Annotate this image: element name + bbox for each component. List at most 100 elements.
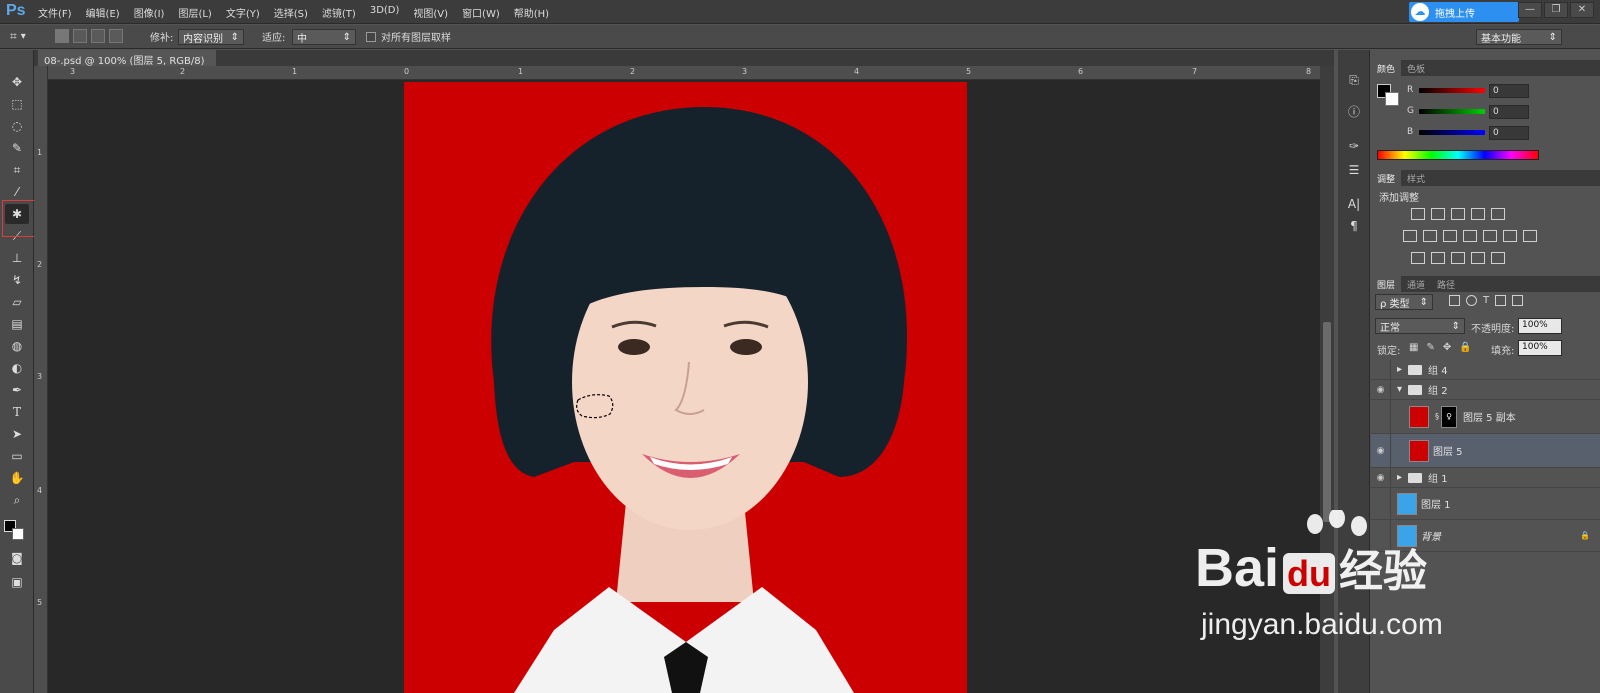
threshold-icon[interactable] xyxy=(1451,252,1465,264)
subtract-selection-icon[interactable] xyxy=(91,29,105,43)
adjustment-filter-icon[interactable] xyxy=(1466,295,1477,306)
eraser-tool-icon[interactable]: ▱ xyxy=(5,292,29,312)
tab-styles[interactable]: 样式 xyxy=(1401,170,1431,186)
history-brush-tool-icon[interactable]: ↯ xyxy=(5,270,29,290)
vibrance-icon[interactable] xyxy=(1491,208,1505,220)
eyedropper-tool-icon[interactable]: ⁄ xyxy=(5,182,29,202)
tab-paths[interactable]: 路径 xyxy=(1431,276,1461,292)
menu-item[interactable]: 文件(F) xyxy=(38,5,72,20)
fill-mode-select[interactable]: 内容识别 ⇕ xyxy=(178,29,244,45)
layer-row[interactable]: § ♀ 图层 5 副本 xyxy=(1371,400,1600,434)
black-white-icon[interactable] xyxy=(1443,230,1457,242)
quick-selection-tool-icon[interactable]: ✎ xyxy=(5,138,29,158)
menu-item[interactable]: 滤镜(T) xyxy=(322,5,356,20)
hand-tool-icon[interactable]: ✋ xyxy=(5,468,29,488)
stamp-tool-icon[interactable]: ⊥ xyxy=(5,248,29,268)
color-balance-icon[interactable] xyxy=(1423,230,1437,242)
blend-mode-select[interactable]: 正常 ⇕ xyxy=(1375,318,1465,334)
lock-position-icon[interactable]: ✥ xyxy=(1443,342,1451,353)
layer-mask-thumbnail[interactable]: ♀ xyxy=(1441,405,1457,428)
type-filter-icon[interactable]: T xyxy=(1483,295,1489,306)
b-value[interactable]: 0 xyxy=(1489,126,1529,140)
new-selection-icon[interactable] xyxy=(55,29,69,43)
tab-color[interactable]: 颜色 xyxy=(1371,60,1402,76)
visibility-eye-icon[interactable] xyxy=(1371,400,1391,433)
adapt-select[interactable]: 中 ⇕ xyxy=(292,29,356,45)
tab-adjustments[interactable]: 调整 xyxy=(1371,170,1402,186)
workspace-select[interactable]: 基本功能 ⇕ xyxy=(1476,29,1562,45)
chevron-down-icon[interactable]: ▾ xyxy=(1397,384,1402,395)
sample-all-layers[interactable]: 对所有图层取样 xyxy=(366,29,451,44)
levels-icon[interactable] xyxy=(1431,208,1445,220)
brush-panel-icon[interactable]: ✑ xyxy=(1342,136,1366,156)
menu-item[interactable]: 图像(I) xyxy=(134,5,165,20)
exposure-icon[interactable] xyxy=(1471,208,1485,220)
layer-row[interactable]: 图层 1 xyxy=(1371,488,1600,520)
menu-item[interactable]: 3D(D) xyxy=(370,5,400,20)
scrollbar-thumb[interactable] xyxy=(1323,322,1331,522)
gradient-map-icon[interactable] xyxy=(1491,252,1505,264)
lock-transparency-icon[interactable]: ▦ xyxy=(1409,342,1418,353)
channel-mixer-icon[interactable] xyxy=(1483,230,1497,242)
screen-mode-icon[interactable]: ▣ xyxy=(5,572,29,592)
tab-swatches[interactable]: 色板 xyxy=(1401,60,1431,76)
tool-preset-picker[interactable]: ⌗ ▾ xyxy=(10,29,26,44)
g-slider[interactable] xyxy=(1419,109,1485,114)
pen-tool-icon[interactable]: ✒ xyxy=(5,380,29,400)
document-tab[interactable]: 08-.psd @ 100% (图层 5, RGB/8) * × xyxy=(38,50,216,78)
type-tool-icon[interactable]: T xyxy=(5,402,29,422)
lasso-tool-icon[interactable]: ◌ xyxy=(5,116,29,136)
layer-row[interactable]: ◉ ▸ 组 1 xyxy=(1371,468,1600,488)
hue-saturation-icon[interactable] xyxy=(1403,230,1417,242)
history-panel-icon[interactable]: ⎘ xyxy=(1342,70,1366,90)
drag-upload-button[interactable]: ☁ 拖拽上传 xyxy=(1409,2,1519,22)
blur-tool-icon[interactable]: ◍ xyxy=(5,336,29,356)
visibility-eye-icon[interactable]: ◉ xyxy=(1371,380,1391,399)
shape-filter-icon[interactable] xyxy=(1495,295,1507,306)
brightness-icon[interactable] xyxy=(1411,208,1425,220)
crop-tool-icon[interactable]: ⌗ xyxy=(5,160,29,180)
layer-row[interactable]: ◉ 图层 5 xyxy=(1371,434,1600,468)
r-slider[interactable] xyxy=(1419,88,1485,93)
tab-channels[interactable]: 通道 xyxy=(1401,276,1431,292)
brush-presets-icon[interactable]: ☰ xyxy=(1342,160,1366,180)
photo-filter-icon[interactable] xyxy=(1463,230,1477,242)
character-panel-icon[interactable]: A| xyxy=(1342,194,1366,214)
document-canvas[interactable] xyxy=(404,82,967,693)
add-selection-icon[interactable] xyxy=(73,29,87,43)
background-color-swatch[interactable] xyxy=(12,528,24,540)
curves-icon[interactable] xyxy=(1451,208,1465,220)
visibility-eye-icon[interactable]: ◉ xyxy=(1371,468,1391,487)
menu-item[interactable]: 编辑(E) xyxy=(86,5,120,20)
sample-all-checkbox[interactable] xyxy=(366,31,376,42)
chevron-right-icon[interactable]: ▸ xyxy=(1397,364,1402,375)
b-slider[interactable] xyxy=(1419,130,1485,135)
intersect-selection-icon[interactable] xyxy=(109,29,123,43)
invert-icon[interactable] xyxy=(1411,252,1425,264)
dodge-tool-icon[interactable]: ◐ xyxy=(5,358,29,378)
info-panel-icon[interactable]: ⓘ xyxy=(1342,102,1366,122)
chevron-right-icon[interactable]: ▸ xyxy=(1397,472,1402,483)
posterize-icon[interactable] xyxy=(1431,252,1445,264)
path-selection-tool-icon[interactable]: ➤ xyxy=(5,424,29,444)
pixel-filter-icon[interactable] xyxy=(1449,295,1460,306)
menu-item[interactable]: 文字(Y) xyxy=(226,5,260,20)
lock-all-icon[interactable]: 🔒 xyxy=(1459,342,1471,353)
tab-layers[interactable]: 图层 xyxy=(1371,276,1402,292)
quick-mask-icon[interactable]: ◙ xyxy=(5,548,29,568)
rectangle-tool-icon[interactable]: ▭ xyxy=(5,446,29,466)
grid-icon[interactable] xyxy=(1523,230,1537,242)
link-icon[interactable]: § xyxy=(1435,412,1439,421)
menu-item[interactable]: 帮助(H) xyxy=(514,5,549,20)
marquee-tool-icon[interactable]: ⬚ xyxy=(5,94,29,114)
layer-filter-select[interactable]: ρ 类型 ⇕ xyxy=(1375,294,1433,310)
zoom-tool-icon[interactable]: ⌕ xyxy=(5,490,29,510)
gradient-tool-icon[interactable]: ▤ xyxy=(5,314,29,334)
visibility-eye-icon[interactable] xyxy=(1371,360,1391,379)
g-value[interactable]: 0 xyxy=(1489,105,1529,119)
r-value[interactable]: 0 xyxy=(1489,84,1529,98)
menu-item[interactable]: 选择(S) xyxy=(274,5,308,20)
menu-item[interactable]: 视图(V) xyxy=(413,5,448,20)
move-tool-icon[interactable]: ✥ xyxy=(5,72,29,92)
background-color-swatch[interactable] xyxy=(1385,92,1399,106)
